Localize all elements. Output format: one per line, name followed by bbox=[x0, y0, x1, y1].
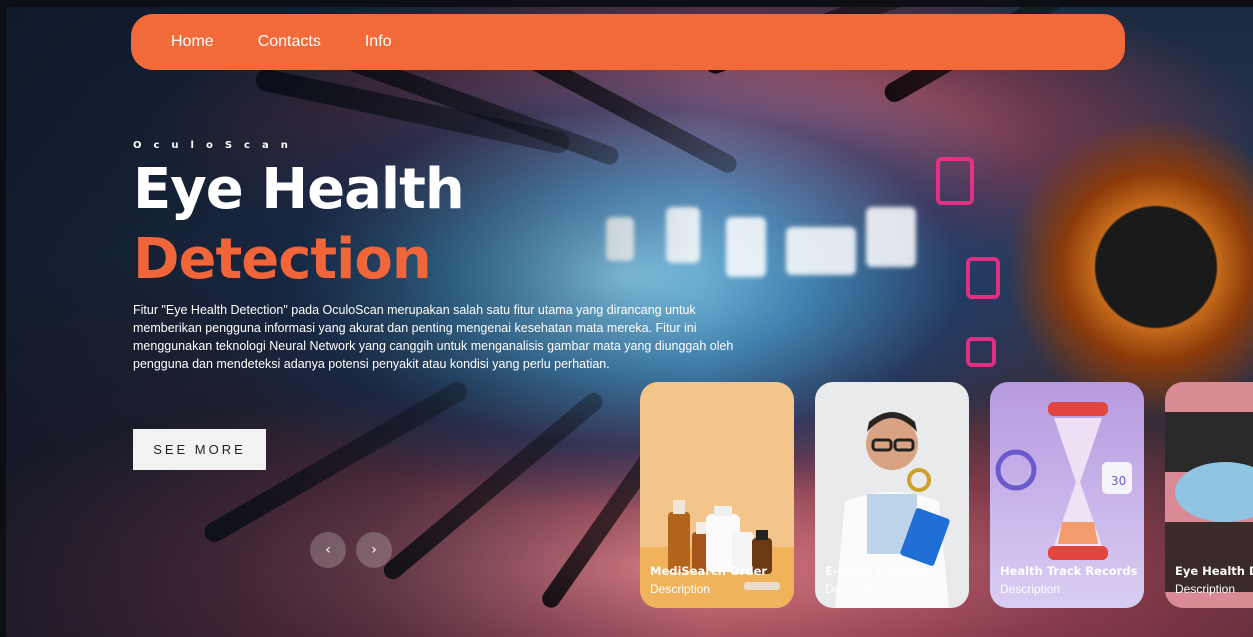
nav-info[interactable]: Info bbox=[365, 33, 392, 51]
card-title: MediSearch Order bbox=[650, 564, 768, 578]
nav-home[interactable]: Home bbox=[171, 33, 214, 51]
card-description: Description bbox=[1175, 582, 1236, 596]
prev-slide-button[interactable]: ‹ bbox=[310, 532, 346, 568]
card-eye-health-detection[interactable]: Eye Health D Description bbox=[1165, 382, 1253, 608]
circuit-decoration bbox=[966, 337, 996, 367]
page: Home Contacts Info OculoScan Eye Health … bbox=[0, 0, 1253, 637]
card-description: Description bbox=[825, 582, 886, 596]
hero-title-line2: Detection bbox=[133, 227, 432, 292]
card-title: Health Track Records bbox=[1000, 564, 1138, 578]
top-navbar: Home Contacts Info bbox=[131, 14, 1125, 70]
light-reflection bbox=[786, 227, 856, 275]
calendar-date-art: 30 bbox=[1111, 474, 1126, 488]
see-more-button[interactable]: SEE MORE bbox=[133, 429, 266, 470]
card-title: E-Clinic Connect bbox=[825, 564, 930, 578]
brand-name: OculoScan bbox=[133, 140, 300, 151]
chevron-left-icon: ‹ bbox=[325, 542, 331, 558]
chevron-right-icon: › bbox=[371, 542, 377, 558]
nav-contacts[interactable]: Contacts bbox=[258, 33, 321, 51]
circuit-decoration bbox=[966, 257, 1000, 299]
next-slide-button[interactable]: › bbox=[356, 532, 392, 568]
circuit-decoration bbox=[936, 157, 974, 205]
hero-title-line1: Eye Health bbox=[133, 157, 465, 222]
card-e-clinic-connect[interactable]: E-Clinic Connect Description bbox=[815, 382, 969, 608]
card-health-track-records[interactable]: 30 Health Track Records Description bbox=[990, 382, 1144, 608]
hero-content: OculoScan Eye Health Detection Fitur "Ey… bbox=[133, 140, 753, 373]
card-description: Description bbox=[1000, 582, 1061, 596]
light-reflection bbox=[866, 207, 916, 267]
card-description: Description bbox=[650, 582, 711, 596]
card-medisearch-order[interactable]: MediSearch Order Description bbox=[640, 382, 794, 608]
card-title: Eye Health D bbox=[1175, 564, 1253, 578]
hero-description: Fitur "Eye Health Detection" pada OculoS… bbox=[133, 303, 734, 371]
